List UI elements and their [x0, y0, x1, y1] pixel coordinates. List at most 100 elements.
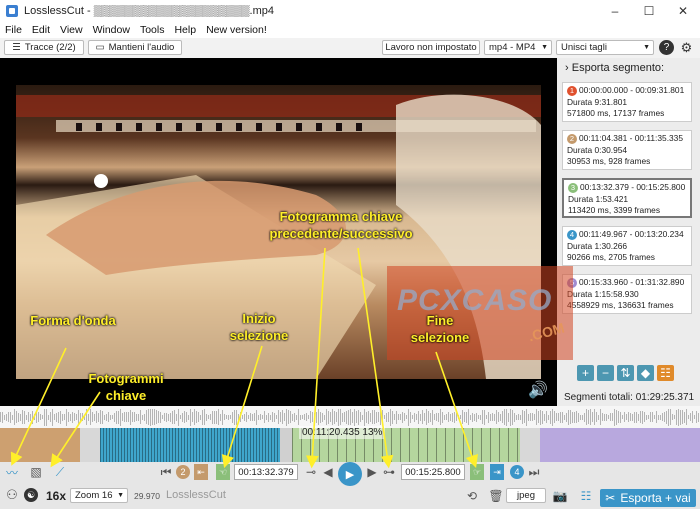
chevron-right-icon[interactable]: ›: [565, 62, 569, 74]
chevron-down-icon: ▼: [117, 492, 124, 499]
tracks-button[interactable]: ☰ Tracce (2/2): [4, 40, 84, 55]
waveform-bar: [72, 411, 73, 423]
waveform-bar: [446, 414, 447, 420]
waveform-bar: [514, 412, 515, 422]
end-time-input[interactable]: 00:15:25.800: [401, 464, 465, 480]
menu-help[interactable]: Help: [169, 24, 201, 36]
waveform-bar: [146, 410, 147, 424]
menu-new-version[interactable]: New version!: [201, 24, 272, 36]
settings-gear-icon[interactable]: ⚙: [679, 40, 694, 55]
waveform-bar: [80, 413, 81, 421]
zoom-select[interactable]: Zoom 16 ▼: [70, 488, 128, 503]
prev-segment-button[interactable]: 2: [176, 465, 190, 479]
prev-keyframe-icon[interactable]: ⊸: [302, 464, 320, 480]
waveform-bar: [270, 414, 271, 420]
jump-seg-end-icon[interactable]: ⇥: [490, 464, 504, 480]
menu-tools[interactable]: Tools: [135, 24, 170, 36]
add-segment-icon[interactable]: +: [577, 365, 594, 381]
rotate-icon[interactable]: ⟲: [464, 488, 480, 504]
segment-block-5[interactable]: [540, 428, 700, 462]
segment-card[interactable]: 2 00:11:04.381 - 00:11:35.335 Durata 0:30.…: [562, 130, 692, 170]
segment-card[interactable]: 3 00:13:32.379 - 00:15:25.800 Durata 1:53.…: [562, 178, 692, 218]
waveform-bar: [442, 411, 443, 423]
start-time-input[interactable]: 00:13:32.379: [234, 464, 298, 480]
waveform-bar: [366, 411, 367, 423]
next-segment-button[interactable]: 4: [510, 465, 524, 479]
segment-card[interactable]: 500:15:33.960 - 01:31:32.890Durata 1:15:…: [562, 274, 692, 314]
keyframes-toggle-icon[interactable]: ⟋: [52, 464, 68, 480]
format-select[interactable]: mp4 - MP4 ▼: [484, 40, 552, 55]
waveform-bar: [22, 410, 23, 424]
camera-icon[interactable]: 📷: [552, 488, 568, 504]
waveform-bar: [434, 414, 435, 420]
working-dir-button[interactable]: Lavoro non impostato: [382, 40, 480, 55]
keep-audio-button[interactable]: ▭ Mantieni l'audio: [88, 40, 182, 55]
waveform-bar: [488, 411, 489, 423]
keyframe-mark: [232, 428, 233, 462]
waveform-bar: [276, 415, 277, 419]
menu-view[interactable]: View: [55, 24, 88, 36]
prev-frame-icon[interactable]: ◀: [322, 464, 334, 480]
waveform-bar: [226, 415, 227, 419]
segment-card[interactable]: 4 00:11:49.967 - 00:13:20.234 Durata 1:30.…: [562, 226, 692, 266]
keyframe-mark: [115, 428, 116, 462]
waveform-bar: [460, 415, 461, 419]
menu-edit[interactable]: Edit: [27, 24, 55, 36]
remove-segment-icon[interactable]: −: [597, 365, 614, 381]
invert-segments-icon[interactable]: ☷: [657, 365, 674, 381]
next-keyframe-icon[interactable]: ⊶: [380, 464, 398, 480]
menu-window[interactable]: Window: [88, 24, 135, 36]
keyframe-mark: [463, 428, 464, 462]
thumbnails-toggle-icon[interactable]: ▧: [28, 464, 44, 480]
set-end-icon[interactable]: ☞: [470, 464, 484, 480]
waveform-bar: [566, 412, 567, 422]
set-start-icon[interactable]: ☜: [216, 464, 230, 480]
sort-segments-icon[interactable]: ⇅: [617, 365, 634, 381]
jump-to-start-icon[interactable]: ⏮: [160, 464, 172, 480]
minimize-button[interactable]: –: [598, 0, 632, 22]
tag-icon[interactable]: ◆: [637, 365, 654, 381]
waveform-bar: [352, 411, 353, 423]
waveform-bar: [108, 412, 109, 422]
playback-speed[interactable]: 16x: [46, 489, 66, 503]
waveform-bar: [238, 414, 239, 420]
title-bar: LosslessCut - ▒▒▒▒▒▒▒▒▒▒▒▒▒▒▒▒▒▒▒▒.mp4 –…: [0, 0, 700, 22]
keyframe-mark: [244, 428, 245, 462]
waveform-bar: [630, 413, 631, 421]
export-button[interactable]: ✂ Esporta + vai: [600, 489, 696, 507]
keyframe-mark: [202, 428, 203, 462]
keyframe-mark: [292, 428, 293, 462]
waveform-bar: [684, 411, 685, 423]
maximize-button[interactable]: ☐: [632, 0, 666, 22]
next-frame-icon[interactable]: ▶: [366, 464, 378, 480]
segment-card[interactable]: 1 00:00:00.000 - 00:09:31.801 Durata 9:31.…: [562, 82, 692, 122]
segment-block-1[interactable]: [0, 428, 80, 462]
play-button[interactable]: ▶: [338, 462, 362, 486]
jump-to-end-icon[interactable]: ⏭: [528, 464, 540, 480]
waveform-bar: [690, 413, 691, 421]
app-icon: [6, 5, 18, 17]
volume-icon[interactable]: 🔊: [528, 380, 548, 400]
merge-select[interactable]: Unisci tagli ▼: [556, 40, 654, 55]
timecode-mode-icon[interactable]: ☯: [24, 488, 38, 502]
waveform-bar: [202, 409, 203, 425]
delete-icon[interactable]: 🗑: [488, 488, 504, 504]
keyframe-mark: [157, 428, 158, 462]
snapshot-format-select[interactable]: jpeg: [506, 488, 546, 503]
export-settings-icon[interactable]: ☷: [578, 488, 594, 504]
keyframe-mark: [223, 428, 224, 462]
waveform-bar: [208, 415, 209, 419]
waveform-bar: [498, 412, 499, 422]
waveform-toggle-icon[interactable]: 〰: [4, 464, 20, 480]
close-button[interactable]: ✕: [666, 0, 700, 22]
menu-file[interactable]: File: [0, 24, 27, 36]
annotation-waveform: Forma d'onda: [30, 313, 116, 328]
cut-mode-icon[interactable]: ⚇: [4, 486, 20, 504]
jump-seg-start-icon[interactable]: ⇤: [194, 464, 208, 480]
keyframe-mark: [148, 428, 149, 462]
waveform-bar: [50, 412, 51, 422]
help-button[interactable]: ?: [659, 40, 674, 55]
keyframe-mark: [145, 428, 146, 462]
waveform-bar: [186, 412, 187, 422]
waveform-bar: [628, 412, 629, 422]
